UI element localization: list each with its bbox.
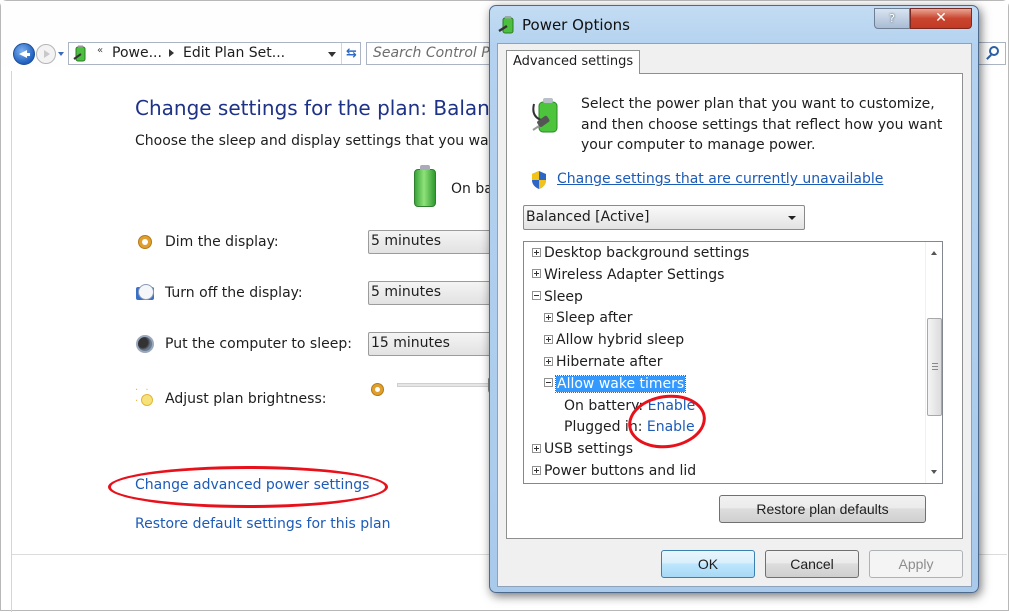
tree-item[interactable]: USB settings: [532, 439, 633, 460]
power-plug-battery-icon: [532, 98, 558, 133]
tree-item-label: Hibernate after: [556, 354, 663, 370]
display-off-label: Turn off the display:: [165, 285, 303, 301]
page-subtitle: Choose the sleep and display settings th…: [135, 133, 503, 149]
tree-item[interactable]: Sleep after: [544, 308, 632, 329]
expand-icon[interactable]: [532, 443, 541, 453]
dim-brightness-icon: [371, 383, 384, 396]
tree-item[interactable]: On battery: Enable: [564, 396, 695, 417]
advanced-settings-panel: Select the power plan that you want to c…: [506, 73, 963, 539]
overflow-chevron[interactable]: «: [97, 45, 103, 56]
tree-item[interactable]: Wireless Adapter Settings: [532, 265, 724, 286]
tree-item-value-link[interactable]: Enable: [648, 398, 696, 414]
power-options-icon: [498, 16, 514, 34]
scroll-up-icon[interactable]: [931, 251, 937, 255]
help-button[interactable]: ?: [874, 8, 910, 29]
tree-item-label: USB settings: [544, 441, 634, 458]
tree-item-value-link[interactable]: Enable: [647, 419, 695, 435]
tree-item[interactable]: Allow hybrid sleep: [544, 330, 684, 351]
intro-text: Select the power plan that you want to c…: [581, 96, 943, 153]
battery-icon: [414, 165, 436, 207]
tree-item-label: Power buttons and lid: [544, 463, 697, 479]
restore-default-settings-link[interactable]: Restore default settings for this plan: [135, 516, 391, 532]
restore-plan-defaults-button[interactable]: Restore plan defaults: [719, 495, 926, 523]
back-button[interactable]: [13, 43, 35, 65]
page-title: Change settings for the plan: Balanced: [135, 96, 526, 120]
breadcrumb-edit-plan-settings[interactable]: Edit Plan Set...: [183, 45, 285, 61]
change-unavailable-settings-link[interactable]: Change settings that are currently unava…: [557, 171, 883, 187]
ok-button[interactable]: OK: [661, 550, 755, 578]
cancel-button[interactable]: Cancel: [765, 550, 859, 578]
breadcrumb-separator-icon[interactable]: [169, 49, 174, 57]
tree-item-label: On battery:: [564, 397, 644, 414]
sleep-select[interactable]: 15 minutes: [368, 332, 508, 356]
chevron-down-icon: [788, 216, 796, 220]
advanced-settings-tree[interactable]: Power buttons and lid USB settings Plugged…: [523, 241, 943, 484]
scrollbar-thumb[interactable]: [927, 318, 942, 416]
dialog-body: Advanced settings Select the power plan …: [497, 43, 972, 587]
recent-pages-dropdown[interactable]: [58, 52, 64, 56]
tree-item-label: Wireless Adapter Settings: [544, 266, 725, 283]
display-off-select[interactable]: 5 minutes: [368, 281, 508, 305]
tree-item-label: Allow hybrid sleep: [556, 332, 685, 349]
tree-scrollbar[interactable]: [925, 242, 942, 483]
power-plan-select[interactable]: Balanced [Active]: [523, 205, 805, 230]
display-off-icon: [136, 284, 154, 300]
tab-advanced-settings[interactable]: Advanced settings: [506, 50, 641, 74]
brightness-icon: [135, 385, 156, 409]
power-options-icon: [73, 45, 86, 62]
tree-item-label: Plugged in:: [564, 419, 643, 436]
tree-item-label: Allow wake timers: [554, 374, 687, 393]
address-dropdown-icon[interactable]: [328, 52, 336, 57]
grip-icon: [932, 363, 938, 370]
tree-item-label: Sleep: [544, 288, 583, 305]
expand-icon[interactable]: [544, 312, 553, 322]
expand-icon[interactable]: [532, 247, 541, 257]
dim-display-select[interactable]: 5 minutes: [368, 230, 508, 254]
expand-icon[interactable]: [532, 465, 541, 475]
tree-item[interactable]: Desktop background settings: [532, 243, 749, 264]
tree-item[interactable]: Hibernate after: [544, 352, 663, 373]
tree-item-label: Desktop background settings: [544, 245, 750, 261]
brightness-slider[interactable]: [397, 378, 497, 394]
dim-display-icon: [138, 235, 152, 249]
tree-item[interactable]: Plugged in: Enable: [564, 417, 695, 438]
tree-item-label: Sleep after: [556, 310, 633, 327]
uac-shield-icon: [532, 171, 546, 189]
expand-icon[interactable]: [544, 334, 553, 344]
scroll-down-icon[interactable]: [931, 470, 937, 474]
close-button[interactable]: ✕: [910, 8, 972, 29]
expand-icon[interactable]: [544, 356, 553, 366]
power-options-dialog: Power Options ? ✕ Advanced settings Sele…: [489, 5, 979, 593]
collapse-icon[interactable]: [544, 378, 553, 388]
sleep-icon: [136, 335, 154, 353]
power-plan-selected-value: Balanced [Active]: [526, 209, 650, 225]
breadcrumb-power-options[interactable]: Powe...: [112, 45, 162, 61]
collapse-icon[interactable]: [532, 291, 541, 301]
tree-item[interactable]: Power buttons and lid: [532, 461, 696, 482]
forward-button[interactable]: [36, 44, 56, 64]
refresh-icon[interactable]: ⇆: [341, 43, 361, 64]
dim-display-label: Dim the display:: [165, 234, 279, 250]
apply-button[interactable]: Apply: [869, 550, 963, 578]
tree-item[interactable]: Allow wake timers: [544, 374, 687, 395]
search-icon[interactable]: [989, 46, 999, 56]
tree-item[interactable]: Sleep: [532, 287, 583, 308]
dialog-title: Power Options: [522, 16, 630, 34]
change-advanced-power-settings-link[interactable]: Change advanced power settings: [135, 477, 369, 493]
expand-icon[interactable]: [532, 269, 541, 279]
sleep-label: Put the computer to sleep:: [165, 336, 352, 352]
address-bar[interactable]: « Powe... Edit Plan Set... ⇆: [68, 42, 361, 65]
brightness-label: Adjust plan brightness:: [165, 391, 327, 407]
